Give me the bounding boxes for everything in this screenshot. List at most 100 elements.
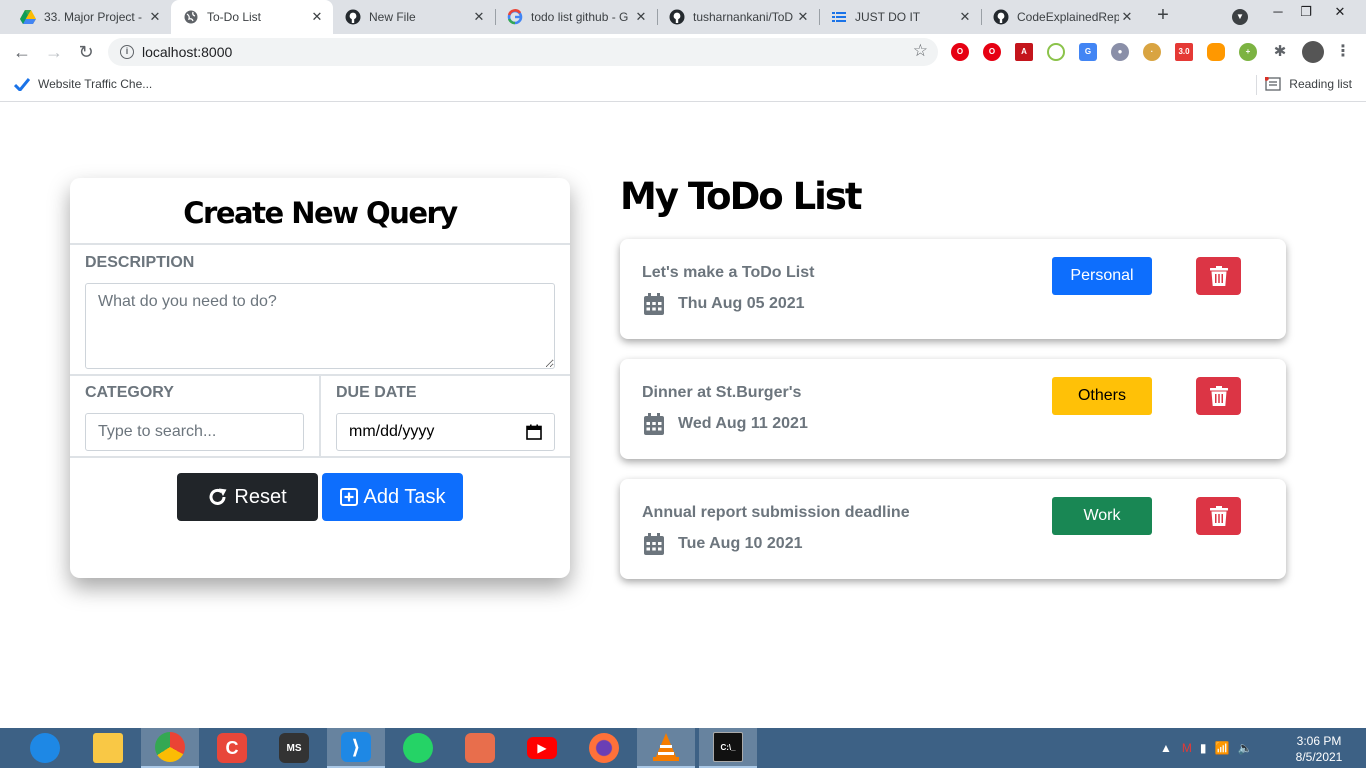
category-badge: Others: [1052, 377, 1152, 415]
cookie-extension-icon[interactable]: ·: [1143, 43, 1161, 61]
close-icon[interactable]: ✕: [309, 9, 325, 25]
app-c-icon: C: [217, 733, 247, 763]
volume-icon[interactable]: 🔈: [1237, 741, 1252, 755]
tab-code-explained[interactable]: CodeExplainedRep ✕: [981, 0, 1143, 34]
taskbar-edge[interactable]: [16, 728, 74, 768]
chevron-up-icon[interactable]: ▲: [1160, 741, 1172, 755]
divider: [70, 456, 570, 458]
address-bar[interactable]: i localhost:8000 ☆: [108, 38, 938, 66]
plus-extension-icon[interactable]: +: [1239, 43, 1257, 61]
network-device-icon[interactable]: ▮: [1200, 741, 1207, 755]
tab-just-do-it[interactable]: JUST DO IT ✕: [819, 0, 981, 34]
tab-todo-list[interactable]: To-Do List ✕: [171, 0, 333, 34]
profile-avatar-icon[interactable]: [1302, 41, 1324, 63]
taskbar-terminal[interactable]: C:\_: [699, 728, 757, 768]
close-icon[interactable]: ✕: [957, 9, 973, 25]
google-drive-icon: [20, 9, 36, 25]
taskbar-whatsapp[interactable]: [389, 728, 447, 768]
close-icon[interactable]: ✕: [147, 9, 163, 25]
create-query-card: Create New Query DESCRIPTION CATEGORY DU…: [70, 178, 570, 578]
version-extension-icon[interactable]: 3.0: [1175, 43, 1193, 61]
github-icon: [345, 9, 361, 25]
tab-title: CodeExplainedRep: [1017, 10, 1119, 24]
description-label: DESCRIPTION: [85, 254, 195, 271]
taskbar-file-explorer[interactable]: [79, 728, 137, 768]
category-search-input[interactable]: [85, 413, 304, 451]
reload-icon[interactable]: ↻: [74, 40, 98, 64]
taskbar-vlc[interactable]: [637, 728, 695, 768]
github-icon: [669, 9, 685, 25]
divider: [319, 375, 321, 457]
opera-extension-icon[interactable]: O: [951, 43, 969, 61]
tab-title: todo list github - G: [531, 10, 629, 24]
adblock-extension-icon[interactable]: O: [983, 43, 1001, 61]
bookmark-star-icon[interactable]: ☆: [913, 41, 928, 61]
close-icon[interactable]: ✕: [471, 9, 487, 25]
reading-list-label: Reading list: [1289, 77, 1352, 91]
tab-title: New File: [369, 10, 416, 24]
add-task-button[interactable]: Add Task: [322, 473, 463, 521]
delete-button[interactable]: [1196, 377, 1241, 415]
close-icon[interactable]: ✕: [633, 9, 649, 25]
pen-extension-icon[interactable]: [1207, 43, 1225, 61]
globe-icon: [183, 9, 199, 25]
checkmark-icon: [14, 78, 30, 91]
taskbar-youtube[interactable]: ▶: [513, 728, 571, 768]
menu-dots-icon[interactable]: ⋮: [1334, 43, 1352, 61]
tab-github-todo[interactable]: tusharnankani/ToD ✕: [657, 0, 819, 34]
github-icon: [993, 9, 1009, 25]
todo-description: Dinner at St.Burger's: [642, 384, 802, 401]
close-window-icon[interactable]: ✕: [1320, 0, 1360, 28]
crescent-extension-icon[interactable]: [1047, 43, 1065, 61]
plus-square-icon: [339, 488, 358, 506]
edge-icon: [30, 733, 60, 763]
record-extension-icon[interactable]: ●: [1111, 43, 1129, 61]
taskbar-app-c[interactable]: C: [203, 728, 261, 768]
taskbar-powerpoint[interactable]: [451, 728, 509, 768]
due-date-input[interactable]: mm/dd/yyyy: [336, 413, 555, 451]
tab-new-file[interactable]: New File ✕: [333, 0, 495, 34]
close-icon[interactable]: ✕: [795, 9, 811, 25]
back-arrow-icon[interactable]: ←: [10, 40, 34, 64]
bookmark-website-traffic[interactable]: Website Traffic Che...: [14, 77, 152, 91]
new-tab-button[interactable]: +: [1152, 5, 1174, 27]
translate-extension-icon[interactable]: G: [1079, 43, 1097, 61]
todo-item: Annual report submission deadline Tue Au…: [620, 479, 1286, 579]
delete-button[interactable]: [1196, 257, 1241, 295]
todo-item: Dinner at St.Burger's Wed Aug 11 2021 Ot…: [620, 359, 1286, 459]
trash-icon: [1209, 386, 1228, 406]
clock-time: 3:06 PM: [1296, 734, 1342, 748]
reset-button[interactable]: Reset: [177, 473, 318, 521]
description-textarea[interactable]: [85, 283, 555, 369]
list-icon: [831, 9, 847, 25]
tab-title: JUST DO IT: [855, 10, 921, 24]
wifi-icon[interactable]: 📶: [1215, 741, 1230, 755]
clock[interactable]: 3:06 PM 8/5/2021: [1286, 733, 1352, 765]
divider: [1256, 75, 1257, 95]
puzzle-extensions-icon[interactable]: ✱: [1271, 43, 1289, 61]
google-icon: [507, 9, 523, 25]
tab-search-icon[interactable]: ▼: [1232, 9, 1248, 25]
taskbar-chrome[interactable]: [141, 728, 199, 768]
system-tray: ▲ M ▮ 📶 🔈: [1160, 728, 1252, 768]
todo-date: Tue Aug 10 2021: [678, 535, 803, 552]
close-icon[interactable]: ✕: [1119, 9, 1135, 25]
info-icon[interactable]: i: [120, 45, 134, 59]
forward-arrow-icon[interactable]: →: [42, 40, 66, 64]
taskbar-vscode[interactable]: ⟩: [327, 728, 385, 768]
trash-icon: [1209, 506, 1228, 526]
tab-google-search[interactable]: todo list github - G ✕: [495, 0, 657, 34]
taskbar-firefox[interactable]: [575, 728, 633, 768]
tab-title: To-Do List: [207, 10, 262, 24]
msi-icon: MS: [279, 733, 309, 763]
pdf-extension-icon[interactable]: A: [1015, 43, 1033, 61]
calendar-icon: [644, 533, 664, 555]
tab-major-project[interactable]: 33. Major Project - ✕: [8, 0, 171, 34]
reading-list-button[interactable]: Reading list: [1265, 77, 1352, 91]
taskbar-msi[interactable]: MS: [265, 728, 323, 768]
calendar-picker-icon[interactable]: [526, 424, 542, 440]
delete-button[interactable]: [1196, 497, 1241, 535]
chrome-icon: [155, 732, 185, 762]
mcafee-icon[interactable]: M: [1182, 741, 1192, 755]
todo-date-row: Wed Aug 11 2021: [644, 413, 808, 435]
